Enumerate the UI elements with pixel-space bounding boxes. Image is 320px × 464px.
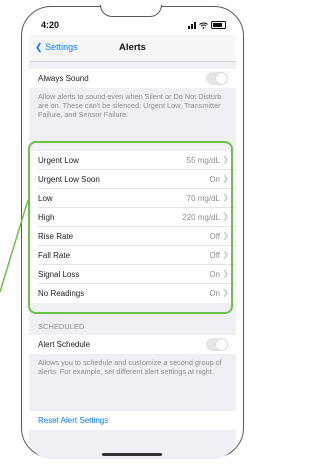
highlight-box [28, 141, 233, 314]
system-icons [188, 21, 226, 29]
nav-bar: ❮ Settings Alerts [29, 35, 236, 62]
status-bar: 4:20 [29, 15, 236, 35]
alert-schedule-note: Allows you to schedule and customize a s… [38, 358, 222, 377]
signal-icon [188, 21, 196, 29]
notch [100, 5, 162, 17]
scheduled-header: SCHEDULED [38, 322, 85, 331]
reset-row[interactable]: Reset Alert Settings [29, 411, 236, 430]
always-sound-note: Allow alerts to sound even when Silent o… [38, 92, 222, 120]
status-time: 4:20 [41, 20, 60, 30]
alert-schedule-toggle[interactable] [206, 338, 228, 351]
page-title: Alerts [119, 42, 146, 53]
reset-alert-settings-link[interactable]: Reset Alert Settings [38, 416, 108, 425]
wifi-icon [199, 22, 208, 29]
alert-schedule-label: Alert Schedule [38, 340, 91, 349]
always-sound-label: Always Sound [38, 74, 89, 83]
alert-schedule-row[interactable]: Alert Schedule [29, 335, 236, 354]
always-sound-toggle[interactable] [206, 72, 228, 85]
toggle-knob [216, 73, 227, 84]
always-sound-row[interactable]: Always Sound [29, 69, 236, 88]
pointer-line [0, 199, 29, 293]
home-indicator [102, 453, 162, 456]
battery-icon [211, 21, 226, 29]
toggle-knob [216, 339, 227, 350]
